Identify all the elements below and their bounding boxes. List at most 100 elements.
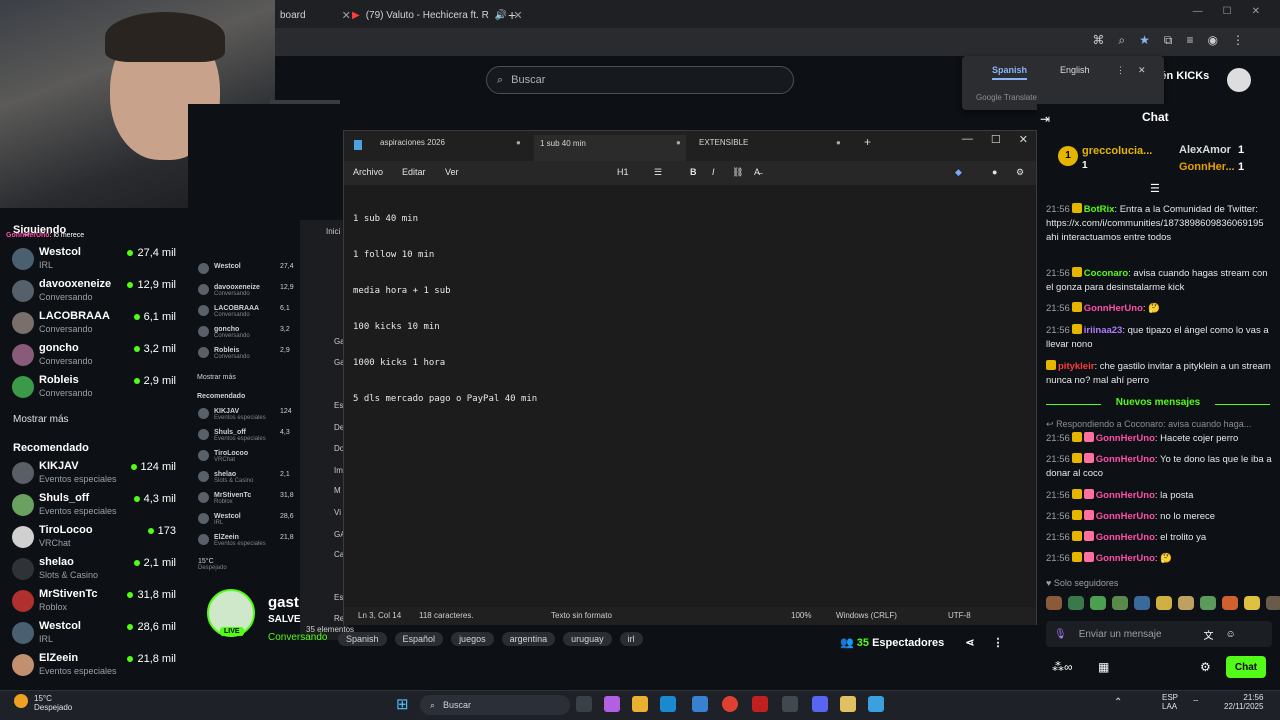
channel-item[interactable]: davooxeneize Conversando 12,9 mil (12, 278, 182, 308)
chat-input[interactable]: 🎙 Enviar un mensaje 文 ☺ (1046, 621, 1272, 647)
translate-lang-english[interactable]: English (1060, 65, 1090, 75)
chat-username[interactable]: iriinaa23 (1084, 325, 1123, 336)
chat-username[interactable]: Coconaro (1084, 268, 1128, 279)
emote-icon[interactable] (1222, 596, 1238, 610)
notepad-content[interactable]: 1 sub 40 min 1 follow 10 min media hora … (353, 189, 537, 429)
channel-item[interactable]: Westcol IRL 28,6 mil (12, 620, 182, 650)
close-icon[interactable]: ✕ (1252, 6, 1260, 17)
media-icon[interactable]: ≡ (1187, 33, 1194, 48)
tag[interactable]: Spanish (338, 632, 387, 646)
tag[interactable]: irl (619, 632, 643, 646)
weather-widget[interactable]: 15°C Despejado (34, 694, 72, 712)
account-icon[interactable]: ● (992, 167, 997, 177)
window-controls[interactable]: — ☐ ✕ (1193, 6, 1260, 17)
user-avatar[interactable] (1227, 68, 1251, 92)
file-explorer-icon[interactable] (632, 696, 648, 712)
list-icon[interactable]: ☰ (654, 167, 662, 178)
top-gifter-name[interactable]: AlexAmor (1179, 144, 1231, 156)
emote-icon[interactable] (1090, 596, 1106, 610)
windows-start-icon[interactable]: ⊞ (396, 695, 409, 713)
channel-name[interactable]: gast (268, 594, 299, 611)
chat-username[interactable]: GonnHerUno (1096, 511, 1155, 522)
expand-leaderboard-icon[interactable]: ☰ (1150, 182, 1160, 195)
new-tab-button[interactable]: + (864, 135, 871, 149)
translate-icon[interactable]: ⌘ (1092, 33, 1104, 48)
emote-icon[interactable] (1156, 596, 1172, 610)
menu-ver[interactable]: Ver (445, 167, 459, 177)
chat-features-icon[interactable]: ⁂∞ (1052, 660, 1073, 674)
channel-item[interactable]: TiroLocoo VRChat 173 (12, 524, 182, 554)
channel-item[interactable]: MrStivenTc Roblox 31,8 mil (12, 588, 182, 618)
clock[interactable]: 21:56 22/11/2025 (1224, 693, 1263, 711)
translate-icon[interactable]: 文 (1204, 627, 1214, 642)
tray-chevron-icon[interactable]: ⌃ (1114, 697, 1122, 708)
notepad-icon[interactable] (868, 696, 884, 712)
italic-icon[interactable]: I (712, 167, 715, 177)
tag[interactable]: juegos (451, 632, 494, 646)
chat-username[interactable]: pitykleir (1058, 361, 1094, 372)
store-icon[interactable]: ▦ (1098, 660, 1109, 674)
new-messages-divider[interactable]: Nuevos mensajes (1046, 397, 1270, 411)
chat-username[interactable]: GonnHerUno (1084, 303, 1143, 314)
new-tab-button[interactable]: + (500, 4, 524, 26)
weather-icon[interactable] (14, 694, 28, 708)
menu-archivo[interactable]: Archivo (353, 167, 383, 177)
steam-icon[interactable] (782, 696, 798, 712)
app-icon[interactable] (840, 696, 856, 712)
copilot-icon[interactable] (604, 696, 620, 712)
link-icon[interactable]: ⛓ (732, 167, 743, 178)
chrome-icon[interactable] (722, 696, 738, 712)
task-view-icon[interactable] (576, 696, 592, 712)
chat-username[interactable]: GonnHerUno (1096, 433, 1155, 444)
translate-lang-spanish[interactable]: Spanish (992, 65, 1028, 80)
minimize-icon[interactable]: — (962, 133, 973, 146)
settings-icon[interactable]: ⚙ (1016, 167, 1024, 178)
channel-item[interactable]: Robleis Conversando 2,9 mil (12, 374, 182, 404)
show-more-link[interactable]: Mostrar más (13, 414, 69, 425)
notepad-tab[interactable]: EXTENSIBLE (699, 138, 748, 147)
notepad-tab[interactable]: aspiraciones 2026 (380, 138, 445, 147)
stream-category[interactable]: Conversando (268, 632, 327, 643)
menu-editar[interactable]: Editar (402, 167, 426, 177)
close-icon[interactable]: ✕ (1138, 65, 1146, 76)
maximize-icon[interactable]: ☐ (991, 133, 1001, 146)
notepad-window[interactable]: aspiraciones 2026 ● 1 sub 40 min ● EXTEN… (343, 130, 1037, 625)
channel-item[interactable]: Shuls_off Eventos especiales 4,3 mil (12, 492, 182, 522)
emote-icon[interactable] (1046, 596, 1062, 610)
emote-icon[interactable] (1266, 596, 1280, 610)
emote-icon[interactable] (1178, 596, 1194, 610)
chat-username[interactable]: BotRix (1084, 204, 1115, 215)
tag[interactable]: uruguay (563, 632, 612, 646)
clear-format-icon[interactable]: A̶ (754, 167, 760, 177)
maximize-icon[interactable]: ☐ (1223, 6, 1232, 17)
more-icon[interactable]: ⋮ (1116, 65, 1125, 76)
heading-dropdown[interactable]: H1 (617, 167, 629, 177)
notepad-window-controls[interactable]: — ☐ ✕ (962, 133, 1028, 146)
tag[interactable]: argentina (501, 632, 556, 646)
copilot-icon[interactable]: ◆ (955, 167, 962, 178)
mic-icon[interactable]: 🎙 (1054, 629, 1067, 640)
emote-icon[interactable] (1112, 596, 1128, 610)
chat-username[interactable]: GonnHerUno (1096, 532, 1155, 543)
zoom-icon[interactable]: ⌕ (1118, 33, 1125, 48)
channel-item[interactable]: shelao Slots & Casino 2,1 mil (12, 556, 182, 586)
menu-icon[interactable]: ⋮ (1232, 33, 1244, 48)
emote-icon[interactable] (1200, 596, 1216, 610)
extensions-icon[interactable]: ⧉ (1164, 33, 1173, 48)
chat-username[interactable]: GonnHerUno (1096, 553, 1155, 564)
top-gifter-name[interactable]: greccolucia... (1082, 145, 1152, 157)
channel-item[interactable]: KIKJAV Eventos especiales 124 mil (12, 460, 182, 490)
channel-item[interactable]: ElZeein Eventos especiales 21,8 mil (12, 652, 182, 682)
settings-icon[interactable]: ⚙ (1200, 660, 1211, 674)
minimize-icon[interactable]: — (1193, 6, 1203, 17)
chat-username[interactable]: GonnHerUno (1096, 490, 1155, 501)
channel-item[interactable]: Westcol IRL 27,4 mil (12, 246, 182, 276)
send-chat-button[interactable]: Chat (1226, 656, 1266, 678)
emote-icon[interactable] (1244, 596, 1260, 610)
discord-icon[interactable] (812, 696, 828, 712)
star-icon[interactable]: ★ (1139, 33, 1150, 48)
close-icon[interactable]: ✕ (1019, 133, 1028, 146)
emote-icon[interactable] (1068, 596, 1084, 610)
more-icon[interactable]: ⋮ (993, 637, 1004, 649)
language-indicator[interactable]: ESP LAA (1162, 693, 1178, 711)
